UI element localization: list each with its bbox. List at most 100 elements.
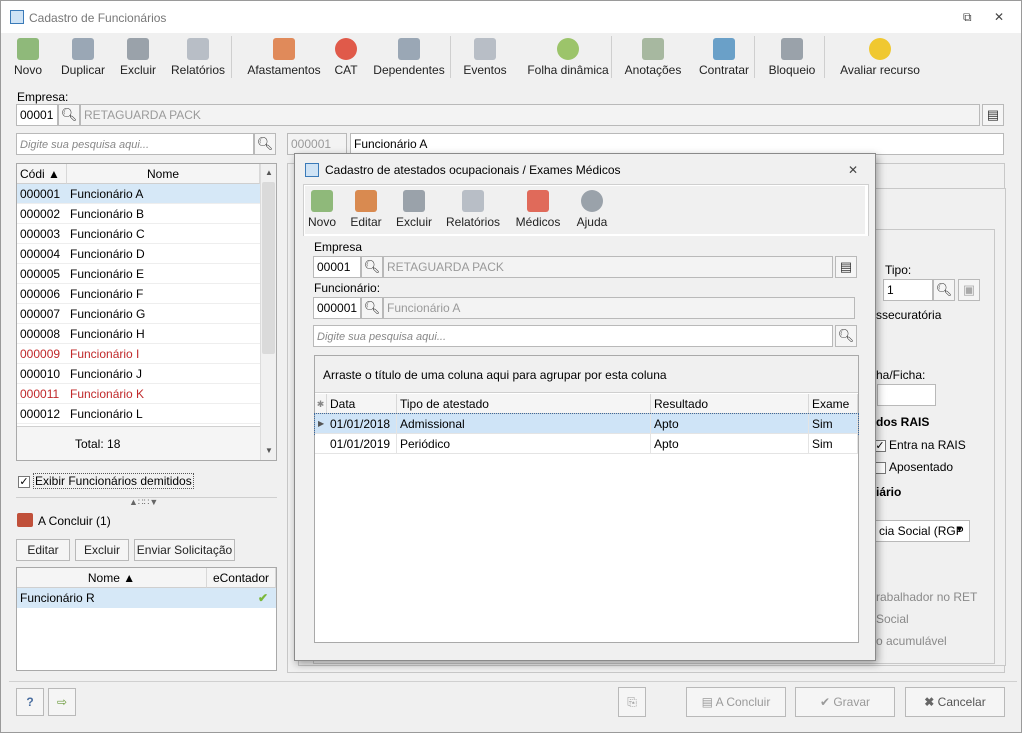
dialog-empresa-search-icon[interactable]: 🔍︎ [361, 256, 383, 278]
toolbar-duplicar-button[interactable]: Duplicar [57, 34, 109, 82]
scroll-down-icon[interactable]: ▼ [265, 446, 273, 455]
scrollbar-thumb[interactable] [262, 182, 275, 354]
search-icon[interactable]: 🔍︎ [254, 133, 276, 155]
table-row[interactable]: 000005 Funcionário E [17, 264, 260, 284]
table-row[interactable]: 000006 Funcionário F [17, 284, 260, 304]
column-header-resultado[interactable]: Resultado [651, 394, 809, 414]
toolbar-label: Bloqueio [768, 63, 816, 77]
toolbar-afastamentos-button[interactable]: Afastamentos [241, 34, 327, 82]
acumulavel-label: o acumulável [876, 634, 947, 648]
toolbar-dependentes-button[interactable]: Dependentes [369, 34, 449, 82]
toolbar-folha-button[interactable]: Folha dinâmica [517, 34, 619, 82]
dialog-toolbar-new-doc-button[interactable]: Novo [305, 186, 339, 234]
splitter-grip-icon[interactable]: ▲∷∷▼ [129, 497, 158, 508]
employee-name: Funcionário G [70, 307, 146, 321]
search-input[interactable]: Digite sua pesquisa aqui... [16, 133, 254, 155]
checkbox-check-icon: ✓ [18, 475, 30, 488]
help-button[interactable]: ? [16, 688, 44, 716]
ficha-input[interactable] [877, 384, 936, 406]
cancelar-button[interactable]: ✖ Cancelar [905, 687, 1005, 717]
concluir-button[interactable]: ▤ A Concluir [686, 687, 786, 717]
column-header-econtador[interactable]: eContador [207, 568, 276, 588]
dialog-empresa-label: Empresa [314, 240, 363, 254]
toolbar-avaliar-button[interactable]: Avaliar recurso [835, 34, 925, 82]
restore-button[interactable]: ⧉ [963, 10, 972, 25]
calendar-icon[interactable]: ▤ [982, 104, 1004, 126]
lock-icon [781, 38, 803, 60]
column-header-data[interactable]: Data [327, 394, 397, 414]
dialog-toolbar-report-button[interactable]: Relatórios [443, 186, 503, 234]
report-icon [187, 38, 209, 60]
column-header-code[interactable]: Códi ▲ [17, 164, 67, 184]
group-panel[interactable]: Arraste o título de uma coluna aqui para… [315, 356, 858, 393]
column-header-name[interactable]: Nome [67, 164, 260, 184]
attach-icon[interactable]: ⎘ [618, 687, 646, 717]
dialog-toolbar-doctors-button[interactable]: Médicos [511, 186, 565, 234]
toolbar-anotacoes-button[interactable]: Anotações [621, 34, 685, 82]
pending-edit-button[interactable]: Editar [16, 539, 70, 561]
toolbar-excluir-button[interactable]: Excluir [117, 34, 159, 82]
close-button[interactable]: ✕ [994, 10, 1004, 24]
toolbar-separator [231, 36, 232, 78]
chevron-down-icon[interactable]: ▼ [955, 524, 964, 534]
dialog-search-icon[interactable]: 🔍︎ [835, 325, 857, 347]
employee-code: 000007 [20, 307, 61, 321]
vertical-scrollbar[interactable]: ▲ ▼ [260, 164, 276, 460]
table-row[interactable]: 000010 Funcionário J [17, 364, 260, 384]
list-icon [474, 38, 496, 60]
employee-code: 000009 [20, 347, 61, 361]
scroll-up-icon[interactable]: ▲ [265, 168, 273, 177]
current-name-field[interactable]: Funcionário A [350, 133, 1004, 155]
empresa-code-input[interactable]: 00001 [16, 104, 58, 126]
gravar-button[interactable]: ✔ Gravar [795, 687, 895, 717]
table-row[interactable]: 000002 Funcionário B [17, 204, 260, 224]
table-row[interactable]: 000007 Funcionário G [17, 304, 260, 324]
dialog-empresa-code[interactable]: 00001 [313, 256, 361, 278]
tipo-search-icon[interactable]: 🔍︎ [933, 279, 955, 301]
tipo-add-icon[interactable]: ▣ [958, 279, 980, 301]
column-header-tipo[interactable]: Tipo de atestado [397, 394, 651, 414]
table-row[interactable]: 000001 Funcionário A [17, 184, 260, 204]
table-row[interactable]: 000012 Funcionário L [17, 404, 260, 424]
aposentado-checkbox[interactable]: Aposentado [874, 460, 953, 474]
toolbar-separator [754, 36, 755, 78]
empresa-search-icon[interactable]: 🔍︎ [58, 104, 80, 126]
table-row[interactable]: 000004 Funcionário D [17, 244, 260, 264]
toolbar-novo-button[interactable]: Novo [9, 34, 47, 82]
dialog-toolbar-help-button[interactable]: Ajuda [573, 186, 611, 234]
entra-rais-checkbox[interactable]: ✓ Entra na RAIS [874, 438, 966, 452]
dialog-toolbar-trash-button[interactable]: Excluir [393, 186, 435, 234]
send-request-button[interactable]: Enviar Solicitação [134, 539, 235, 561]
row-indicator-icon [315, 434, 327, 454]
show-dismissed-checkbox[interactable]: ✓ Exibir Funcionários demitidos [18, 473, 194, 489]
export-icon[interactable]: ⇨ [48, 688, 76, 716]
employee-code: 000005 [20, 267, 61, 281]
tipo-input[interactable]: 1 [883, 279, 933, 301]
toolbar-bloqueio-button[interactable]: Bloqueio [765, 34, 819, 82]
table-row[interactable]: 000011 Funcionário K [17, 384, 260, 404]
dialog-calendar-icon[interactable]: ▤ [835, 256, 857, 278]
users-icon [72, 38, 94, 60]
dialog-func-search-icon[interactable]: 🔍︎ [361, 297, 383, 319]
column-header-exame[interactable]: Exame [809, 394, 858, 414]
empresa-name-field: RETAGUARDA PACK [80, 104, 980, 126]
toolbar-relatorios-button[interactable]: Relatórios [167, 34, 229, 82]
toolbar-contratar-button[interactable]: Contratar [691, 34, 757, 82]
table-row[interactable]: 000009 Funcionário I [17, 344, 260, 364]
pending-delete-button[interactable]: Excluir [75, 539, 129, 561]
pending-row[interactable]: Funcionário R ✔ [17, 588, 276, 608]
atestado-row[interactable]: ▶ 01/01/2018 Admissional Apto Sim [314, 413, 859, 435]
table-row[interactable]: 000008 Funcionário H [17, 324, 260, 344]
dialog-empresa-name: RETAGUARDA PACK [383, 256, 833, 278]
notes-icon [642, 38, 664, 60]
column-header-pending-name[interactable]: Nome ▲ [17, 568, 207, 588]
dialog-close-button[interactable]: ✕ [848, 163, 858, 177]
dialog-toolbar-edit-button[interactable]: Editar [347, 186, 385, 234]
toolbar-eventos-button[interactable]: Eventos [461, 34, 509, 82]
dialog-func-code[interactable]: 000001 [313, 297, 361, 319]
table-row[interactable]: 000003 Funcionário C [17, 224, 260, 244]
dialog-search-input[interactable]: Digite sua pesquisa aqui... [313, 325, 833, 347]
toolbar-cat-button[interactable]: CAT [331, 34, 361, 82]
star-icon [869, 38, 891, 60]
atestado-row[interactable]: 01/01/2019 Periódico Apto Sim [315, 434, 858, 454]
